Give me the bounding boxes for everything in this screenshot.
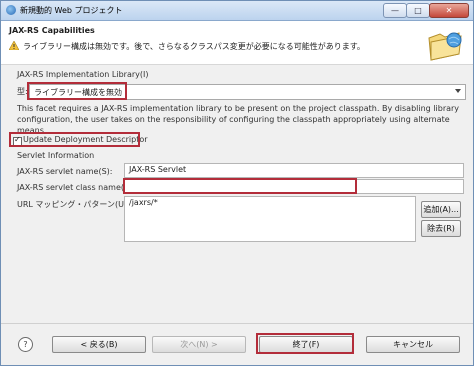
highlight-type-value <box>27 82 127 100</box>
help-icon[interactable]: ? <box>18 337 33 352</box>
close-button[interactable]: ✕ <box>429 3 469 18</box>
warning-icon <box>9 41 19 50</box>
add-mapping-button[interactable]: 追加(A)... <box>421 201 461 218</box>
remove-mapping-button[interactable]: 除去(R) <box>421 220 461 237</box>
wizard-body: JAX-RS Implementation Library(I) 型: ライブラ… <box>1 65 473 320</box>
url-mapping-label: URL マッピング・パターン(U): <box>17 200 130 209</box>
title-bar: 新規動的 Web プロジェクト — □ ✕ <box>1 1 473 21</box>
wizard-header: JAX-RS Capabilities ライブラリー構成は無効です。後で、さらな… <box>1 21 473 65</box>
servlet-class-label: JAX-RS servlet class name(L): <box>17 183 135 192</box>
library-section-label: JAX-RS Implementation Library(I) <box>17 70 149 79</box>
servlet-name-value: JAX-RS Servlet <box>129 165 187 174</box>
window-title: 新規動的 Web プロジェクト <box>20 6 123 15</box>
minimize-button[interactable]: — <box>383 3 407 18</box>
url-mapping-list[interactable]: /jaxrs/* <box>124 196 416 242</box>
back-button[interactable]: < 戻る(B) <box>52 336 146 353</box>
url-mapping-item[interactable]: /jaxrs/* <box>129 198 158 207</box>
dialog-window: 新規動的 Web プロジェクト — □ ✕ JAX-RS Capabilitie… <box>0 0 474 366</box>
page-title: JAX-RS Capabilities <box>9 26 95 35</box>
servlet-name-label: JAX-RS servlet name(S): <box>17 167 113 176</box>
footer-separator <box>1 323 473 324</box>
servlet-section-label: Servlet Information <box>17 151 95 160</box>
next-button[interactable]: 次へ(N) > <box>152 336 246 353</box>
folder-globe-icon <box>428 32 462 61</box>
highlight-class-name <box>123 178 357 194</box>
servlet-name-input[interactable]: JAX-RS Servlet <box>124 163 464 178</box>
chevron-down-icon <box>455 89 461 93</box>
cancel-button[interactable]: キャンセル <box>366 336 460 353</box>
maximize-button[interactable]: □ <box>406 3 430 18</box>
eclipse-icon <box>6 5 16 15</box>
warning-message: ライブラリー構成は無効です。後で、さらなるクラスパス変更が必要になる可能性があり… <box>23 42 365 51</box>
highlight-update-descriptor <box>9 132 140 147</box>
highlight-finish <box>256 333 354 354</box>
